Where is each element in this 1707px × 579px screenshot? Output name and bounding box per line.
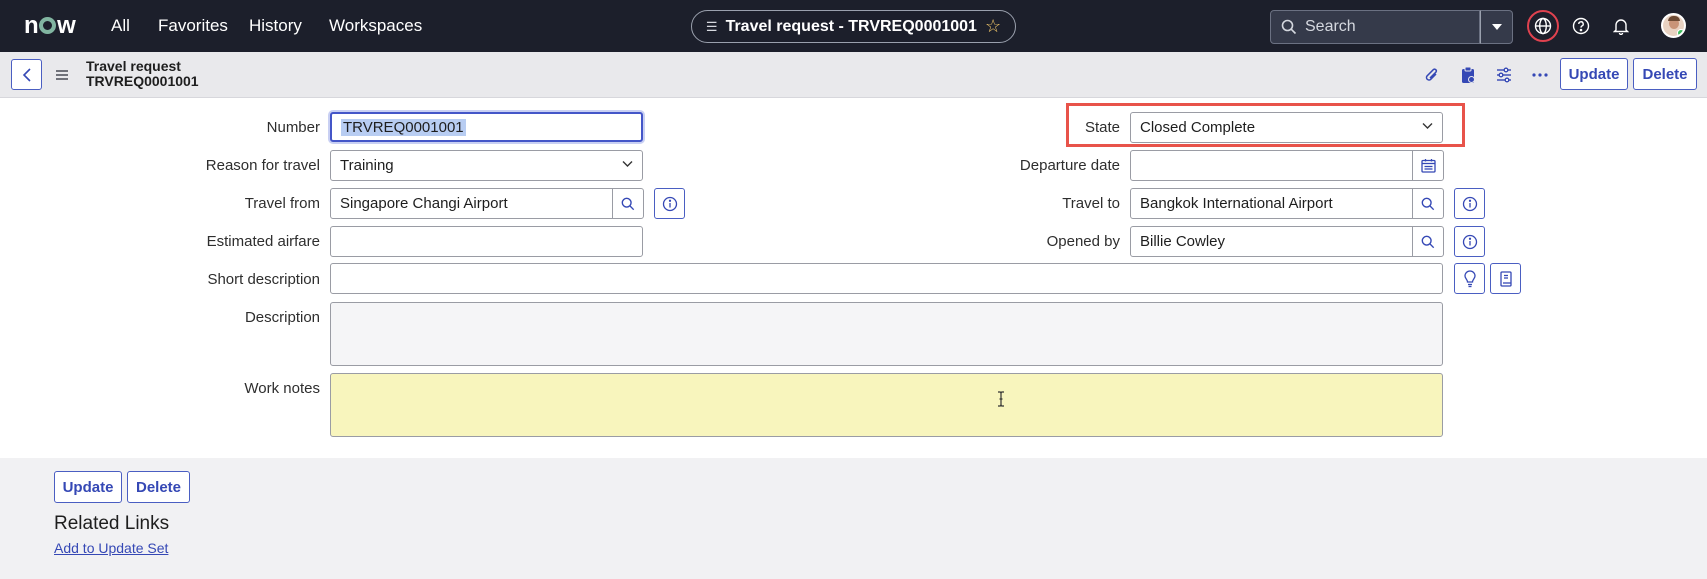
clipboard-icon: [1462, 66, 1475, 83]
travel-to-lookup-button[interactable]: [1412, 188, 1444, 219]
estimated-airfare-label: Estimated airfare: [206, 233, 320, 250]
nav-link-favorites[interactable]: Favorites: [158, 16, 228, 36]
calendar-icon: [1420, 159, 1436, 173]
text-cursor-icon: [998, 391, 1004, 407]
nav-link-all[interactable]: All: [111, 16, 130, 36]
estimated-airfare-field[interactable]: [330, 226, 643, 257]
sliders-icon: [1497, 67, 1511, 83]
chevron-left-icon: [22, 67, 31, 82]
travel-to-field[interactable]: Bangkok International Airport: [1130, 188, 1413, 219]
form-footer: [0, 458, 1707, 579]
suggestion-button[interactable]: [1454, 263, 1485, 294]
travel-from-value: Singapore Changi Airport: [340, 195, 508, 212]
number-label: Number: [266, 119, 320, 136]
record-title-pill[interactable]: ☰ Travel request - TRVREQ0001001 ☆: [691, 10, 1016, 43]
globe-icon: [1534, 17, 1552, 35]
paperclip-icon: [1425, 68, 1438, 81]
attachment-button[interactable]: [1422, 65, 1442, 85]
nav-link-workspaces[interactable]: Workspaces: [329, 16, 422, 36]
opened-by-lookup-button[interactable]: [1412, 226, 1444, 257]
search-icon: [1421, 197, 1435, 210]
list-icon: ☰: [705, 18, 718, 34]
help-button[interactable]: [1571, 16, 1591, 36]
servicenow-logo[interactable]: nw: [24, 12, 76, 40]
reason-for-travel-label: Reason for travel: [205, 157, 320, 174]
ellipsis-icon: [1532, 73, 1548, 77]
travel-to-label: Travel to: [1062, 195, 1120, 212]
nav-link-history[interactable]: History: [249, 16, 302, 36]
form-title-table: Travel request: [86, 58, 181, 74]
date-picker-button[interactable]: [1412, 150, 1444, 181]
travel-from-info-button[interactable]: [654, 188, 685, 219]
form-title-record: TRVREQ0001001: [86, 73, 199, 89]
search-icon: [1421, 235, 1435, 248]
travel-to-info-button[interactable]: [1454, 188, 1485, 219]
description-label: Description: [244, 309, 320, 326]
back-button[interactable]: [11, 59, 42, 90]
work-notes-label: Work notes: [244, 380, 320, 397]
number-value: TRVREQ0001001: [341, 118, 466, 136]
language-globe-button[interactable]: [1527, 10, 1559, 42]
header-delete-button[interactable]: Delete: [1633, 58, 1697, 90]
reason-for-travel-select[interactable]: Training: [330, 150, 643, 181]
travel-to-value: Bangkok International Airport: [1140, 195, 1333, 212]
travel-from-lookup-button[interactable]: [612, 188, 644, 219]
departure-date-label: Departure date: [1019, 157, 1120, 174]
book-icon: [1499, 270, 1512, 287]
hamburger-icon: [56, 70, 68, 80]
travel-from-label: Travel from: [244, 195, 320, 212]
opened-by-info-button[interactable]: [1454, 226, 1485, 257]
help-icon: [1572, 17, 1590, 35]
top-navigation-bar: nw All Favorites History Workspaces ☰ Tr…: [0, 0, 1707, 52]
departure-date-field[interactable]: [1130, 150, 1413, 181]
notifications-button[interactable]: [1611, 16, 1631, 36]
personalize-form-button[interactable]: [1494, 65, 1514, 85]
travel-from-field[interactable]: Singapore Changi Airport: [330, 188, 613, 219]
form-context-menu-button[interactable]: [55, 68, 69, 86]
opened-by-field[interactable]: Billie Cowley: [1130, 226, 1413, 257]
clipboard-button[interactable]: [1458, 65, 1478, 85]
form-header: Travel request TRVREQ0001001 Update Dele…: [0, 52, 1707, 98]
add-to-update-set-link[interactable]: Add to Update Set: [54, 540, 168, 556]
lightbulb-icon: [1463, 269, 1476, 287]
search-icon: [621, 197, 635, 210]
number-field[interactable]: TRVREQ0001001: [330, 112, 643, 142]
bell-icon: [1613, 19, 1629, 35]
footer-delete-button[interactable]: Delete: [127, 471, 190, 503]
star-icon[interactable]: ☆: [985, 16, 1001, 37]
state-highlight-box: [1066, 103, 1465, 147]
search-placeholder: Search: [1305, 18, 1356, 35]
short-description-label: Short description: [207, 271, 320, 288]
work-notes-textarea[interactable]: [330, 373, 1443, 437]
avatar-hair: [1668, 16, 1680, 21]
footer-update-button[interactable]: Update: [54, 471, 122, 503]
reason-for-travel-value: Training: [340, 157, 394, 174]
chevron-down-icon: [622, 161, 633, 167]
related-links-heading: Related Links: [54, 513, 170, 534]
user-avatar[interactable]: [1661, 13, 1686, 38]
knowledge-search-button[interactable]: [1490, 263, 1521, 294]
header-update-button[interactable]: Update: [1560, 58, 1628, 90]
info-icon: [1462, 234, 1477, 249]
description-textarea[interactable]: [330, 302, 1443, 366]
search-icon: [1281, 19, 1297, 35]
short-description-field[interactable]: [330, 263, 1443, 294]
info-icon: [662, 196, 677, 211]
form-title: Travel request TRVREQ0001001: [86, 59, 199, 89]
global-search-input[interactable]: Search: [1270, 10, 1480, 44]
online-status-dot: [1677, 29, 1684, 36]
search-scope-dropdown[interactable]: [1480, 10, 1513, 44]
more-options-button[interactable]: [1530, 65, 1550, 85]
caret-down-icon: [1491, 24, 1502, 30]
info-icon: [1462, 196, 1477, 211]
opened-by-label: Opened by: [1046, 233, 1120, 250]
record-title: Travel request - TRVREQ0001001: [725, 17, 977, 35]
opened-by-value: Billie Cowley: [1140, 233, 1226, 250]
